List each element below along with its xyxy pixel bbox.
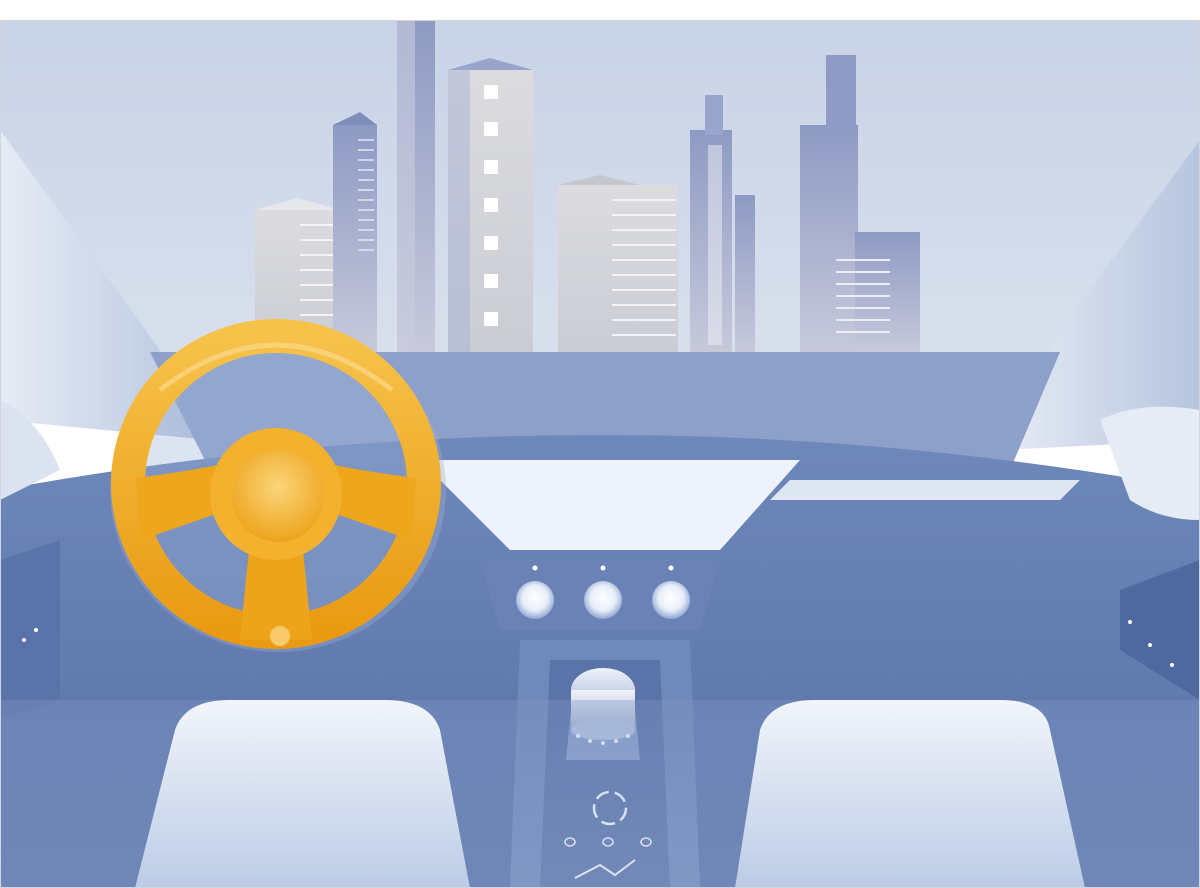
horn-hub[interactable]	[232, 450, 324, 542]
car-interior-illustration	[0, 0, 1200, 888]
scene-svg	[0, 20, 1200, 888]
steering-wheel[interactable]	[110, 319, 446, 652]
climate-knob-center[interactable]	[584, 581, 622, 619]
passenger-trim	[770, 480, 1080, 500]
climate-knob-right[interactable]	[652, 581, 690, 619]
wheel-bottom-emblem	[270, 626, 290, 646]
climate-knob-left[interactable]	[516, 581, 554, 619]
left-door-panel	[0, 540, 60, 720]
driver-seat	[135, 700, 470, 888]
passenger-seat	[735, 700, 1085, 888]
